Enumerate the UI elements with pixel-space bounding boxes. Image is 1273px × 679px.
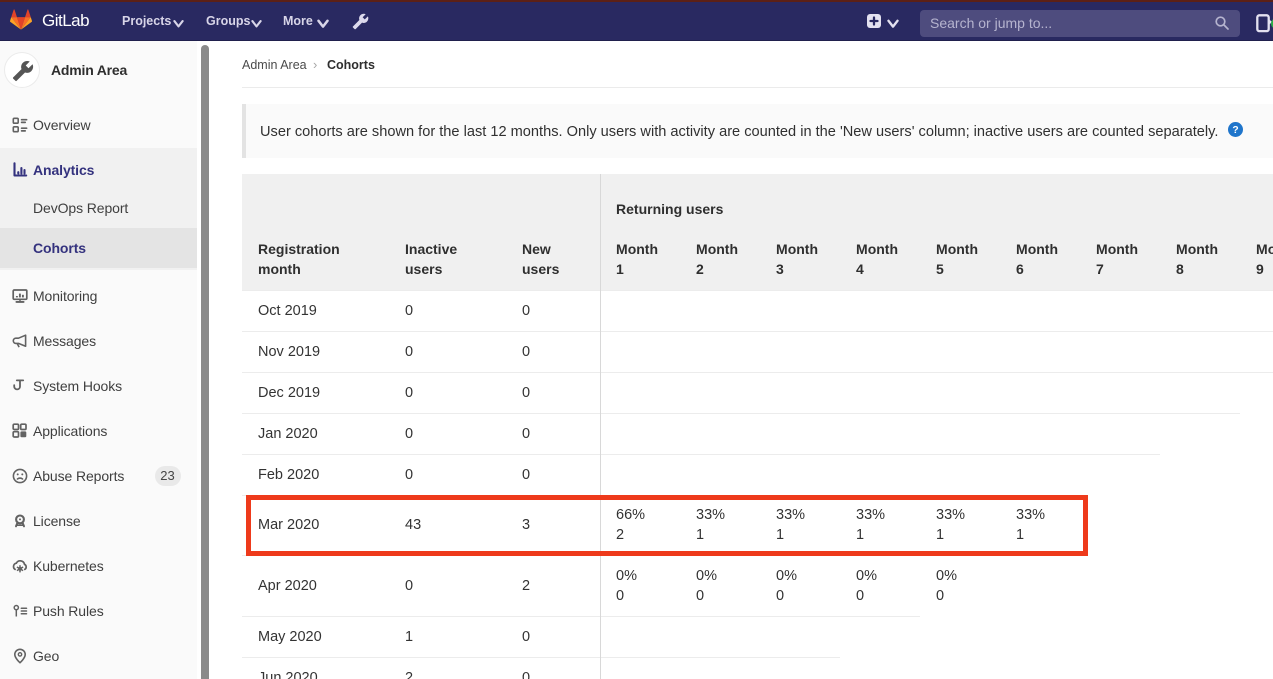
svg-text:?: ? xyxy=(1232,125,1238,136)
